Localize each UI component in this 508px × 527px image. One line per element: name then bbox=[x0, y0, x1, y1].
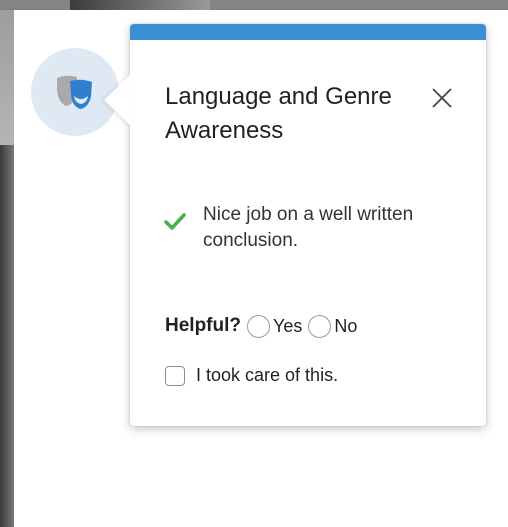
feedback-message: Nice job on a well written conclusion. bbox=[164, 202, 464, 254]
helpful-label: Helpful? bbox=[165, 315, 241, 336]
document-edge-shadow bbox=[0, 10, 14, 145]
helpful-no-radio[interactable] bbox=[308, 314, 332, 338]
popover-pointer bbox=[104, 74, 131, 126]
theater-masks-icon bbox=[57, 75, 92, 109]
helpful-no-label[interactable]: No bbox=[334, 316, 357, 337]
background-strip bbox=[70, 0, 210, 10]
checkmark-icon bbox=[164, 213, 186, 230]
helpful-yes-radio[interactable] bbox=[247, 314, 270, 338]
took-care-option[interactable]: I took care of this. bbox=[165, 365, 338, 386]
feedback-popover: Language and Genre Awareness Nice job on… bbox=[104, 24, 486, 426]
close-button[interactable] bbox=[430, 86, 454, 110]
document-edge-shadow-lower bbox=[0, 145, 14, 527]
took-care-checkbox[interactable] bbox=[165, 365, 185, 386]
popover-title: Language and Genre Awareness bbox=[165, 83, 392, 144]
close-icon bbox=[432, 88, 452, 108]
popover-accent-bar bbox=[130, 24, 486, 40]
took-care-label[interactable]: I took care of this. bbox=[196, 365, 338, 386]
helpful-yes-label[interactable]: Yes bbox=[273, 316, 302, 337]
helpful-rating: Helpful? Yes No bbox=[165, 313, 363, 339]
feedback-text: Nice job on a well written conclusion. bbox=[203, 204, 414, 251]
